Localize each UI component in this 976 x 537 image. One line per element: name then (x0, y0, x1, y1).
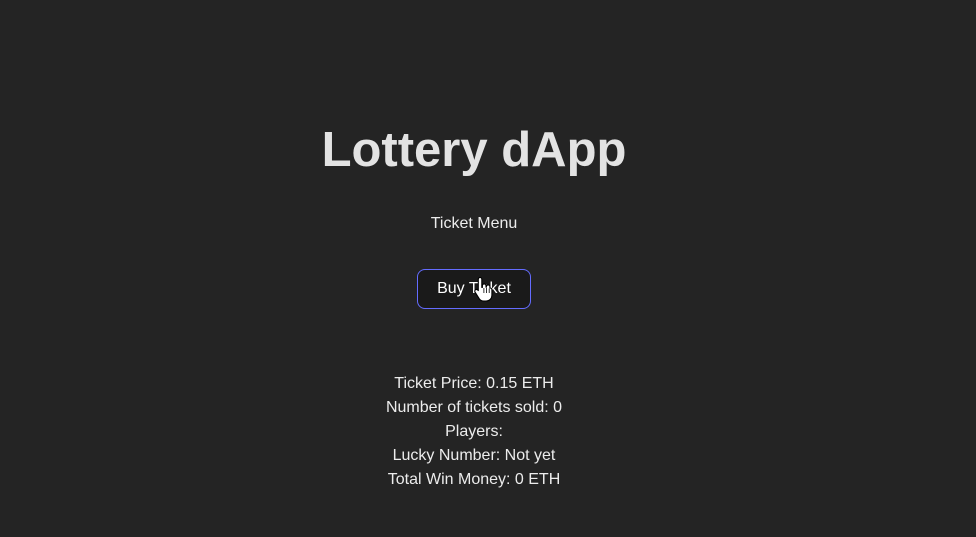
ticket-price-text: Ticket Price: 0.15 ETH (394, 375, 554, 392)
players-text: Players: (445, 423, 503, 440)
lottery-info: Ticket Price: 0.15 ETH Number of tickets… (0, 372, 948, 492)
page-title: Lottery dApp (321, 123, 627, 177)
lucky-number-text: Lucky Number: Not yet (392, 447, 556, 464)
app-root: Lottery dApp Ticket Menu Buy Ticket Tick… (0, 0, 976, 537)
total-win-money-text: Total Win Money: 0 ETH (387, 471, 561, 488)
buy-ticket-button[interactable]: Buy Ticket (417, 269, 531, 309)
ticket-menu-label: Ticket Menu (430, 215, 518, 232)
tickets-sold-text: Number of tickets sold: 0 (385, 399, 563, 416)
